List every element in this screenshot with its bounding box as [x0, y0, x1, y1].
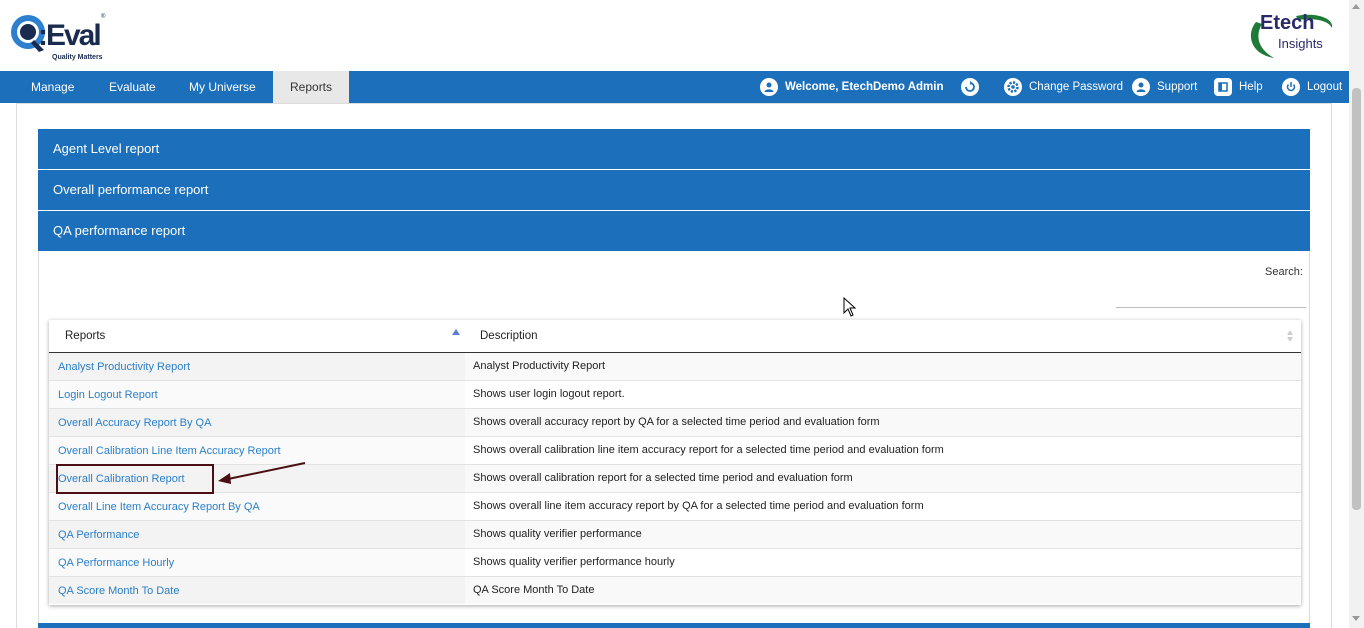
change-password-link[interactable]: Change Password: [1004, 71, 1123, 103]
scroll-down-arrow-icon[interactable]: [1352, 616, 1360, 621]
table-row: Login Logout Report Shows user login log…: [49, 381, 1301, 409]
sort-both-icon[interactable]: [1287, 330, 1293, 342]
refresh-icon: [961, 78, 979, 96]
etech-insights-logo: Etech Insights: [1246, 10, 1338, 62]
page-header: :Eval ® Quality Matters Etech Insights: [0, 0, 1349, 71]
welcome-text: Welcome, EtechDemo Admin: [785, 81, 944, 93]
annotation-highlight-box: [56, 464, 214, 494]
accordion-agent-level-report[interactable]: Agent Level report: [38, 129, 1310, 169]
welcome-user[interactable]: Welcome, EtechDemo Admin: [760, 71, 943, 103]
etech-logo-text: Etech: [1260, 12, 1315, 34]
search-label: Search:: [1265, 266, 1303, 278]
report-description: Analyst Productivity Report: [465, 353, 1301, 380]
power-icon: [1282, 78, 1300, 96]
scroll-up-arrow-icon[interactable]: [1352, 4, 1360, 9]
report-description: QA Score Month To Date: [465, 577, 1301, 604]
report-link-overall-line-item-accuracy-by-qa[interactable]: Overall Line Item Accuracy Report By QA: [58, 501, 260, 513]
report-link-overall-calibration-line-item-accuracy[interactable]: Overall Calibration Line Item Accuracy R…: [58, 445, 281, 457]
report-link-analyst-productivity[interactable]: Analyst Productivity Report: [58, 361, 190, 373]
report-link-qa-performance[interactable]: QA Performance: [58, 529, 139, 541]
report-link-qa-score-month-to-date[interactable]: QA Score Month To Date: [58, 585, 179, 597]
qeval-logo-graphic: :Eval ®: [11, 13, 106, 52]
report-link-login-logout[interactable]: Login Logout Report: [58, 389, 158, 401]
support-user-icon: [1132, 78, 1150, 96]
next-accordion-bar[interactable]: [38, 623, 1310, 628]
user-icon: [760, 78, 778, 96]
gear-icon: [1004, 78, 1022, 96]
support-label: Support: [1157, 81, 1198, 93]
svg-text::Eval: :Eval: [38, 19, 100, 52]
help-label: Help: [1239, 81, 1263, 93]
table-row: QA Score Month To Date QA Score Month To…: [49, 577, 1301, 605]
qeval-tagline: Quality Matters: [52, 54, 103, 61]
annotation-arrow-icon: [218, 462, 306, 484]
report-link-overall-accuracy-by-qa[interactable]: Overall Accuracy Report By QA: [58, 417, 211, 429]
help-link[interactable]: Help: [1214, 71, 1263, 103]
report-link-qa-performance-hourly[interactable]: QA Performance Hourly: [58, 557, 174, 569]
logout-link[interactable]: Logout: [1282, 71, 1342, 103]
help-book-icon: [1214, 78, 1232, 96]
page-scrollbar[interactable]: [1349, 0, 1364, 628]
report-description: Shows overall calibration line item accu…: [465, 437, 1301, 464]
report-description: Shows overall calibration report for a s…: [465, 465, 1301, 492]
table-row: QA Performance Shows quality verifier pe…: [49, 521, 1301, 549]
accordion-overall-performance-report[interactable]: Overall performance report: [38, 170, 1310, 210]
table-row: QA Performance Hourly Shows quality veri…: [49, 549, 1301, 577]
change-password-label: Change Password: [1029, 81, 1123, 93]
qeval-logo[interactable]: :Eval ® Quality Matters: [8, 10, 108, 64]
nav-manage[interactable]: Manage: [0, 71, 101, 103]
nav-my-universe[interactable]: My Universe: [178, 71, 274, 103]
nav-reports[interactable]: Reports: [273, 71, 349, 103]
report-description: Shows user login logout report.: [465, 381, 1301, 408]
accordion-qa-performance-report[interactable]: QA performance report: [38, 211, 1310, 251]
table-header: Reports Description: [49, 320, 1301, 353]
report-description: Shows quality verifier performance: [465, 521, 1301, 548]
column-header-description[interactable]: Description: [480, 320, 538, 352]
table-row: Overall Accuracy Report By QA Shows over…: [49, 409, 1301, 437]
nav-evaluate[interactable]: Evaluate: [101, 71, 178, 103]
main-navbar: Manage Evaluate My Universe Reports Welc…: [0, 71, 1349, 103]
search-input[interactable]: [1116, 291, 1306, 308]
column-header-reports[interactable]: Reports: [65, 320, 105, 352]
report-description: Shows quality verifier performance hourl…: [465, 549, 1301, 576]
refresh-button[interactable]: [961, 71, 986, 103]
report-description: Shows overall accuracy report by QA for …: [465, 409, 1301, 436]
table-row: Overall Line Item Accuracy Report By QA …: [49, 493, 1301, 521]
scroll-thumb[interactable]: [1352, 88, 1361, 510]
mouse-cursor-icon: [843, 297, 857, 317]
sort-ascending-icon[interactable]: [452, 329, 460, 335]
logout-label: Logout: [1307, 81, 1343, 93]
svg-text:®: ®: [101, 13, 106, 20]
support-link[interactable]: Support: [1132, 71, 1197, 103]
report-description: Shows overall line item accuracy report …: [465, 493, 1301, 520]
table-row: Analyst Productivity Report Analyst Prod…: [49, 353, 1301, 381]
insights-logo-text: Insights: [1278, 36, 1323, 51]
